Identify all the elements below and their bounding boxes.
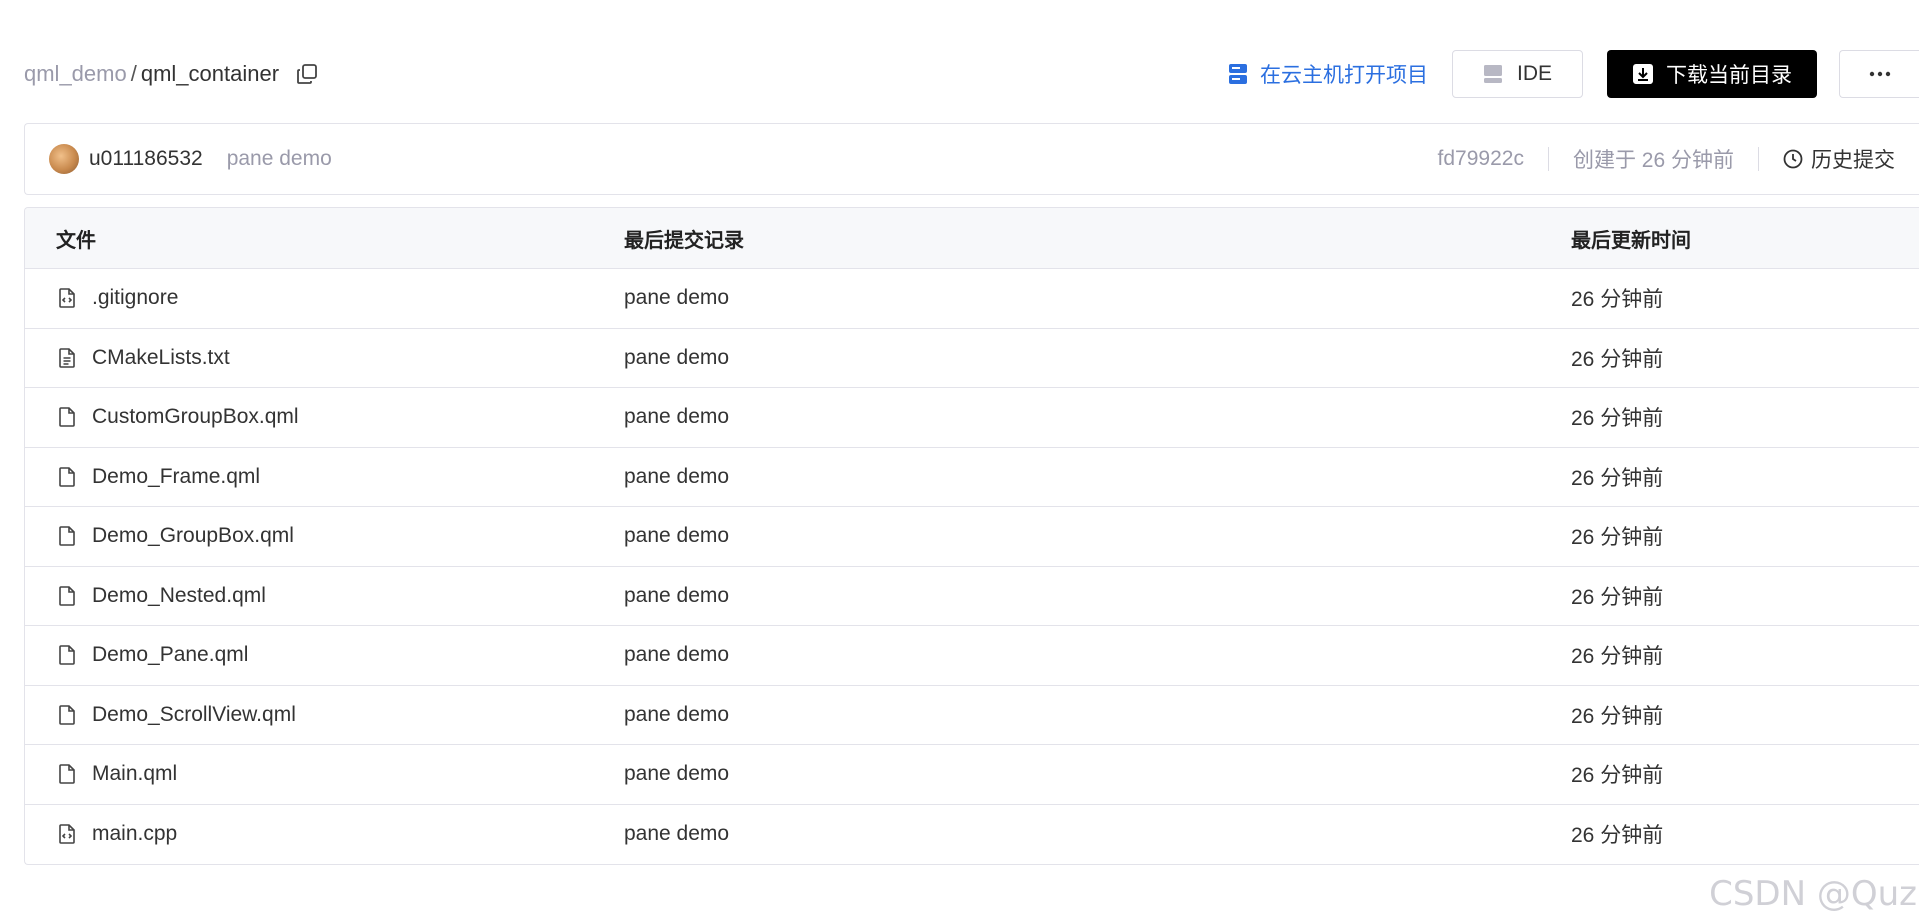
avatar[interactable] <box>49 144 79 174</box>
file-name-cell: CustomGroupBox.qml <box>56 405 299 429</box>
latest-commit-bar: u011186532 pane demo fd79922c 创建于 26 分钟前… <box>24 123 1919 195</box>
breadcrumb-separator: / <box>130 61 137 86</box>
ide-icon <box>1483 65 1502 83</box>
file-commit-link[interactable]: pane demo <box>624 703 729 727</box>
table-body: .gitignore pane demo 26 分钟前 CMakeLists.txt p… <box>25 269 1919 864</box>
ide-button[interactable]: IDE <box>1452 50 1583 98</box>
file-table: 文件 最后提交记录 最后更新时间 .gitignore pane demo 26 分… <box>24 207 1919 865</box>
file-updated-time: 26 分钟前 <box>1571 704 1664 728</box>
commit-author[interactable]: u011186532 <box>89 147 203 171</box>
file-commit-link[interactable]: pane demo <box>624 822 729 846</box>
more-icon <box>1869 71 1890 77</box>
table-row[interactable]: CMakeLists.txt pane demo 26 分钟前 <box>25 329 1919 388</box>
file-name-link[interactable]: Demo_ScrollView.qml <box>92 703 296 727</box>
file-icon <box>56 525 78 547</box>
file-name-link[interactable]: CMakeLists.txt <box>92 346 230 370</box>
repo-header: qml_demo / qml_container 在云主机打开项目 IDE 下载… <box>24 50 1919 98</box>
file-name-cell: Demo_Frame.qml <box>56 465 260 489</box>
table-header: 文件 最后提交记录 最后更新时间 <box>25 208 1919 269</box>
file-commit-link[interactable]: pane demo <box>624 286 729 310</box>
open-in-cloud-button[interactable]: 在云主机打开项目 <box>1228 59 1428 89</box>
file-name-link[interactable]: Demo_GroupBox.qml <box>92 524 294 548</box>
file-updated-time: 26 分钟前 <box>1571 764 1664 788</box>
file-updated-time: 26 分钟前 <box>1571 824 1664 848</box>
file-name-link[interactable]: Demo_Frame.qml <box>92 465 260 489</box>
commit-created-time: 创建于 26 分钟前 <box>1572 149 1734 172</box>
file-updated-time: 26 分钟前 <box>1571 645 1664 669</box>
breadcrumb: qml_demo / qml_container <box>24 61 319 87</box>
ide-label: IDE <box>1516 62 1552 85</box>
file-updated-time: 26 分钟前 <box>1571 466 1664 490</box>
table-row[interactable]: Demo_Nested.qml pane demo 26 分钟前 <box>25 567 1919 626</box>
divider <box>1547 147 1549 171</box>
file-name-cell: .gitignore <box>56 286 178 310</box>
file-updated-time: 26 分钟前 <box>1571 585 1664 609</box>
header-last-commit: 最后提交记录 <box>624 229 744 252</box>
file-commit-link[interactable]: pane demo <box>624 643 729 667</box>
file-icon <box>56 466 78 488</box>
file-updated-time: 26 分钟前 <box>1571 526 1664 550</box>
file-icon <box>56 763 78 785</box>
text-file-icon <box>56 347 78 369</box>
file-commit-link[interactable]: pane demo <box>624 346 729 370</box>
file-name-link[interactable]: main.cpp <box>92 822 177 846</box>
file-updated-time: 26 分钟前 <box>1571 407 1664 431</box>
header-actions: 在云主机打开项目 IDE 下载当前目录 <box>1228 50 1919 98</box>
file-icon <box>56 644 78 666</box>
file-name-link[interactable]: Main.qml <box>92 762 177 786</box>
commit-message[interactable]: pane demo <box>227 147 332 171</box>
code-file-icon <box>56 823 78 845</box>
file-name-cell: Demo_Pane.qml <box>56 643 248 667</box>
header-last-updated: 最后更新时间 <box>1571 229 1691 252</box>
table-row[interactable]: Demo_Frame.qml pane demo 26 分钟前 <box>25 448 1919 507</box>
file-name-cell: Demo_GroupBox.qml <box>56 524 294 548</box>
history-button[interactable]: 历史提交 <box>1783 144 1895 174</box>
table-row[interactable]: CustomGroupBox.qml pane demo 26 分钟前 <box>25 388 1919 448</box>
table-row[interactable]: Demo_GroupBox.qml pane demo 26 分钟前 <box>25 507 1919 567</box>
file-name-link[interactable]: Demo_Nested.qml <box>92 584 266 608</box>
file-commit-link[interactable]: pane demo <box>624 524 729 548</box>
file-commit-link[interactable]: pane demo <box>624 405 729 429</box>
download-icon <box>1633 64 1653 84</box>
download-label: 下载当前目录 <box>1666 64 1792 87</box>
breadcrumb-root-link[interactable]: qml_demo <box>24 61 127 87</box>
table-row[interactable]: .gitignore pane demo 26 分钟前 <box>25 269 1919 329</box>
file-icon <box>56 406 78 428</box>
header-file: 文件 <box>56 229 96 252</box>
file-name-cell: Demo_ScrollView.qml <box>56 703 296 727</box>
file-updated-time: 26 分钟前 <box>1571 288 1664 312</box>
file-commit-link[interactable]: pane demo <box>624 762 729 786</box>
file-name-cell: Main.qml <box>56 762 177 786</box>
table-row[interactable]: Main.qml pane demo 26 分钟前 <box>25 745 1919 805</box>
file-name-cell: main.cpp <box>56 822 177 846</box>
file-name-link[interactable]: .gitignore <box>92 286 178 310</box>
download-directory-button[interactable]: 下载当前目录 <box>1607 50 1817 98</box>
file-name-link[interactable]: CustomGroupBox.qml <box>92 405 299 429</box>
file-name-link[interactable]: Demo_Pane.qml <box>92 643 248 667</box>
open-in-cloud-label: 在云主机打开项目 <box>1260 64 1428 87</box>
watermark: CSDN @Quz <box>1709 874 1917 914</box>
file-commit-link[interactable]: pane demo <box>624 584 729 608</box>
more-options-button[interactable] <box>1839 50 1919 98</box>
file-icon <box>56 704 78 726</box>
copy-icon[interactable] <box>295 62 319 86</box>
divider <box>1758 147 1759 171</box>
file-name-cell: CMakeLists.txt <box>56 346 230 370</box>
file-name-cell: Demo_Nested.qml <box>56 584 266 608</box>
code-file-icon <box>56 287 78 309</box>
commit-meta: fd79922c 创建于 26 分钟前 历史提交 <box>1438 124 1895 194</box>
file-updated-time: 26 分钟前 <box>1571 347 1664 371</box>
file-commit-link[interactable]: pane demo <box>624 465 729 489</box>
table-row[interactable]: main.cpp pane demo 26 分钟前 <box>25 805 1919 865</box>
file-icon <box>56 585 78 607</box>
commit-sha[interactable]: fd79922c <box>1438 147 1524 171</box>
history-label: 历史提交 <box>1811 149 1895 172</box>
table-row[interactable]: Demo_Pane.qml pane demo 26 分钟前 <box>25 626 1919 686</box>
table-row[interactable]: Demo_ScrollView.qml pane demo 26 分钟前 <box>25 686 1919 745</box>
server-icon <box>1229 64 1247 84</box>
clock-icon <box>1783 149 1803 169</box>
breadcrumb-current: qml_container <box>140 61 280 86</box>
